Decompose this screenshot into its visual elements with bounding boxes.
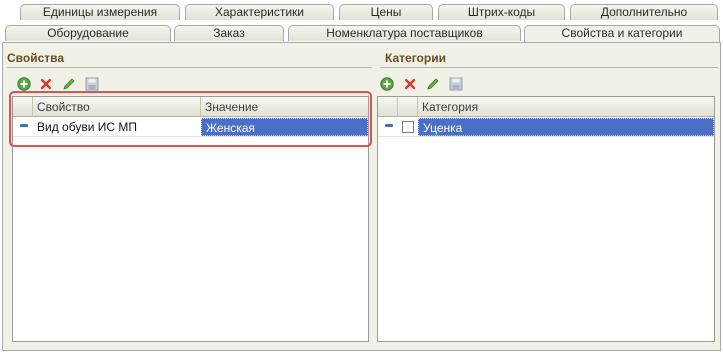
tab-label: Штрих-коды (467, 5, 536, 19)
category-checkbox[interactable] (402, 121, 414, 133)
category-cell[interactable]: Уценка (418, 118, 714, 136)
column-header-category[interactable]: Категория (418, 97, 714, 117)
edit-icon[interactable] (426, 77, 440, 91)
table-row[interactable]: Вид обуви ИС МП Женская (13, 118, 368, 137)
tab-label: Оборудование (47, 26, 129, 40)
tab-prices[interactable]: Цены (339, 4, 433, 20)
save-icon[interactable] (449, 77, 463, 91)
row-marker-header (378, 97, 398, 117)
tab-label: Дополнительно (600, 5, 688, 19)
tab-label: Номенклатура поставщиков (326, 26, 483, 40)
value-cell[interactable]: Женская (201, 118, 368, 136)
add-icon[interactable] (380, 77, 394, 91)
save-icon[interactable] (85, 77, 99, 91)
tab-label: Характеристики (215, 5, 304, 19)
tab-properties-categories[interactable]: Свойства и категории (524, 25, 720, 42)
tab-additional[interactable]: Дополнительно (570, 4, 718, 20)
properties-grid[interactable]: Свойство Значение Вид обуви ИС МП Женска… (12, 96, 369, 342)
properties-grid-header: Свойство Значение (13, 97, 368, 117)
tab-order[interactable]: Заказ (174, 25, 284, 41)
row-marker-icon (385, 124, 393, 127)
tab-equipment[interactable]: Оборудование (5, 25, 171, 41)
add-icon[interactable] (17, 77, 31, 91)
tab-label: Цены (370, 5, 402, 19)
edit-icon[interactable] (62, 77, 76, 91)
checkbox-column-header (398, 97, 418, 117)
tab-barcodes[interactable]: Штрих-коды (438, 4, 565, 20)
tab-label: Заказ (213, 26, 245, 40)
categories-divider (380, 67, 718, 68)
categories-title: Категории (385, 51, 446, 65)
properties-divider (7, 67, 372, 68)
categories-grid-header: Категория (378, 97, 714, 117)
tab-characteristics[interactable]: Характеристики (185, 4, 334, 20)
categories-grid[interactable]: Категория Уценка (377, 96, 715, 342)
tab-units[interactable]: Единицы измерения (20, 4, 180, 20)
table-row[interactable]: Уценка (378, 118, 714, 137)
delete-icon[interactable] (39, 77, 53, 91)
delete-icon[interactable] (403, 77, 417, 91)
row-marker-header (13, 97, 33, 117)
properties-title: Свойства (7, 51, 65, 65)
tab-label: Свойства и категории (561, 26, 683, 40)
column-header-value[interactable]: Значение (201, 97, 368, 117)
row-marker-icon (20, 124, 28, 127)
property-cell[interactable]: Вид обуви ИС МП (33, 118, 201, 136)
tab-label: Единицы измерения (42, 5, 158, 19)
column-header-property[interactable]: Свойство (33, 97, 201, 117)
tab-supplier-nomenclature[interactable]: Номенклатура поставщиков (288, 25, 521, 41)
